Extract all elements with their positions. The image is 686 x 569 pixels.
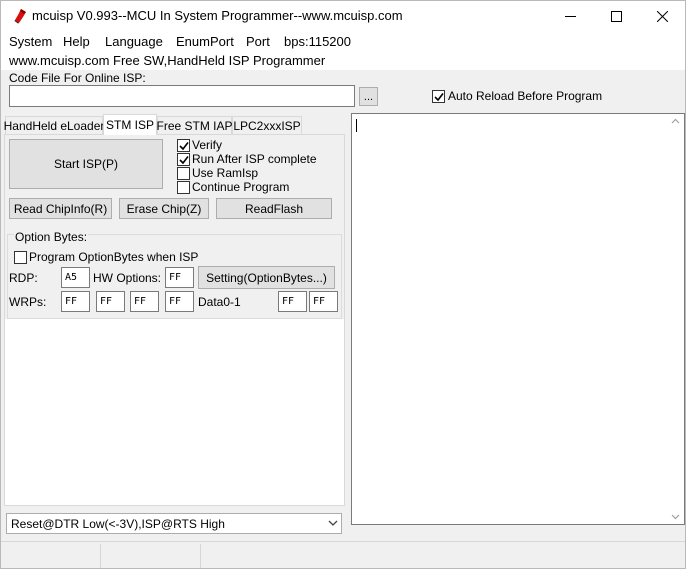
start-isp-button[interactable]: Start ISP(P) <box>9 139 163 189</box>
title-bar: mcuisp V0.993--MCU In System Programmer-… <box>1 1 685 32</box>
menu-help[interactable]: Help <box>63 34 90 49</box>
auto-reload-checkbox[interactable] <box>432 90 445 103</box>
program-optionbytes-label: Program OptionBytes when ISP <box>29 250 199 264</box>
setting-optionbytes-button[interactable]: Setting(OptionBytes...) <box>198 266 335 289</box>
wrp-input-3[interactable]: FF <box>165 291 194 312</box>
checkmark-icon <box>179 142 189 151</box>
continue-program-checkbox[interactable] <box>177 181 190 194</box>
menu-port[interactable]: Port <box>246 34 270 49</box>
stm-isp-panel <box>4 134 345 506</box>
tab-free-stm-iap[interactable]: Free STM IAP <box>157 116 233 134</box>
maximize-button[interactable] <box>593 1 639 32</box>
option-bytes-label: Option Bytes: <box>14 230 89 244</box>
chevron-down-icon <box>328 520 338 526</box>
minimize-icon <box>564 16 576 17</box>
tab-lpc2xxx-isp[interactable]: LPC2xxxISP <box>232 116 302 134</box>
checkmark-icon <box>179 156 189 165</box>
code-file-label: Code File For Online ISP: <box>9 71 146 85</box>
status-separator <box>200 544 201 568</box>
verify-checkbox[interactable] <box>177 139 190 152</box>
maximize-icon <box>610 11 622 22</box>
status-bar <box>1 541 685 568</box>
subtitle-bar: www.mcuisp.com Free SW,HandHeld ISP Prog… <box>1 52 685 70</box>
wrp-input-2[interactable]: FF <box>130 291 159 312</box>
menu-language[interactable]: Language <box>105 34 163 49</box>
browse-button[interactable]: ... <box>359 87 378 106</box>
reset-mode-value: Reset@DTR Low(<-3V),ISP@RTS High <box>11 517 225 531</box>
status-separator <box>100 544 101 568</box>
program-optionbytes-checkbox[interactable] <box>14 251 27 264</box>
close-icon <box>656 11 668 22</box>
subtitle-text: www.mcuisp.com Free SW,HandHeld ISP Prog… <box>9 53 326 68</box>
text-cursor <box>356 119 357 132</box>
menu-system[interactable]: System <box>9 34 52 49</box>
menu-bps[interactable]: bps:115200 <box>284 34 351 49</box>
rdp-label: RDP: <box>9 271 38 285</box>
scroll-up-icon[interactable] <box>671 118 680 124</box>
app-window: mcuisp V0.993--MCU In System Programmer-… <box>0 0 686 569</box>
erase-chip-button[interactable]: Erase Chip(Z) <box>119 198 209 219</box>
scroll-down-icon[interactable] <box>671 514 680 520</box>
read-flash-button[interactable]: ReadFlash <box>216 198 332 219</box>
wrps-label: WRPs: <box>9 295 47 309</box>
rdp-input[interactable]: A5 <box>61 267 90 288</box>
wrp-input-0[interactable]: FF <box>61 291 90 312</box>
verify-label: Verify <box>192 138 223 152</box>
code-file-input[interactable] <box>9 85 355 107</box>
data0-1-label: Data0-1 <box>198 295 241 309</box>
tab-stm-isp[interactable]: STM ISP <box>103 114 157 135</box>
run-after-isp-label: Run After ISP complete <box>192 152 317 166</box>
read-chipinfo-button[interactable]: Read ChipInfo(R) <box>9 198 112 219</box>
tab-handheld-eloader[interactable]: HandHeld eLoader <box>4 116 104 134</box>
run-after-isp-checkbox[interactable] <box>177 153 190 166</box>
close-button[interactable] <box>639 1 685 32</box>
log-output[interactable] <box>351 113 685 525</box>
window-title: mcuisp V0.993--MCU In System Programmer-… <box>32 8 403 23</box>
hw-options-label: HW Options: <box>93 271 162 285</box>
use-ramisp-checkbox[interactable] <box>177 167 190 180</box>
app-logo-icon <box>14 9 26 24</box>
use-ramisp-label: Use RamIsp <box>192 166 259 180</box>
reset-mode-select[interactable]: Reset@DTR Low(<-3V),ISP@RTS High <box>6 513 342 534</box>
hw-options-input[interactable]: FF <box>165 267 194 288</box>
data-input-0[interactable]: FF <box>278 291 307 312</box>
menu-bar: System Help Language EnumPort Port bps:1… <box>1 32 685 52</box>
auto-reload-label: Auto Reload Before Program <box>448 89 603 103</box>
continue-program-label: Continue Program <box>192 180 290 194</box>
checkmark-icon <box>434 93 444 102</box>
menu-enumport[interactable]: EnumPort <box>176 34 234 49</box>
wrp-input-1[interactable]: FF <box>96 291 125 312</box>
data-input-1[interactable]: FF <box>309 291 338 312</box>
minimize-button[interactable] <box>547 1 593 32</box>
